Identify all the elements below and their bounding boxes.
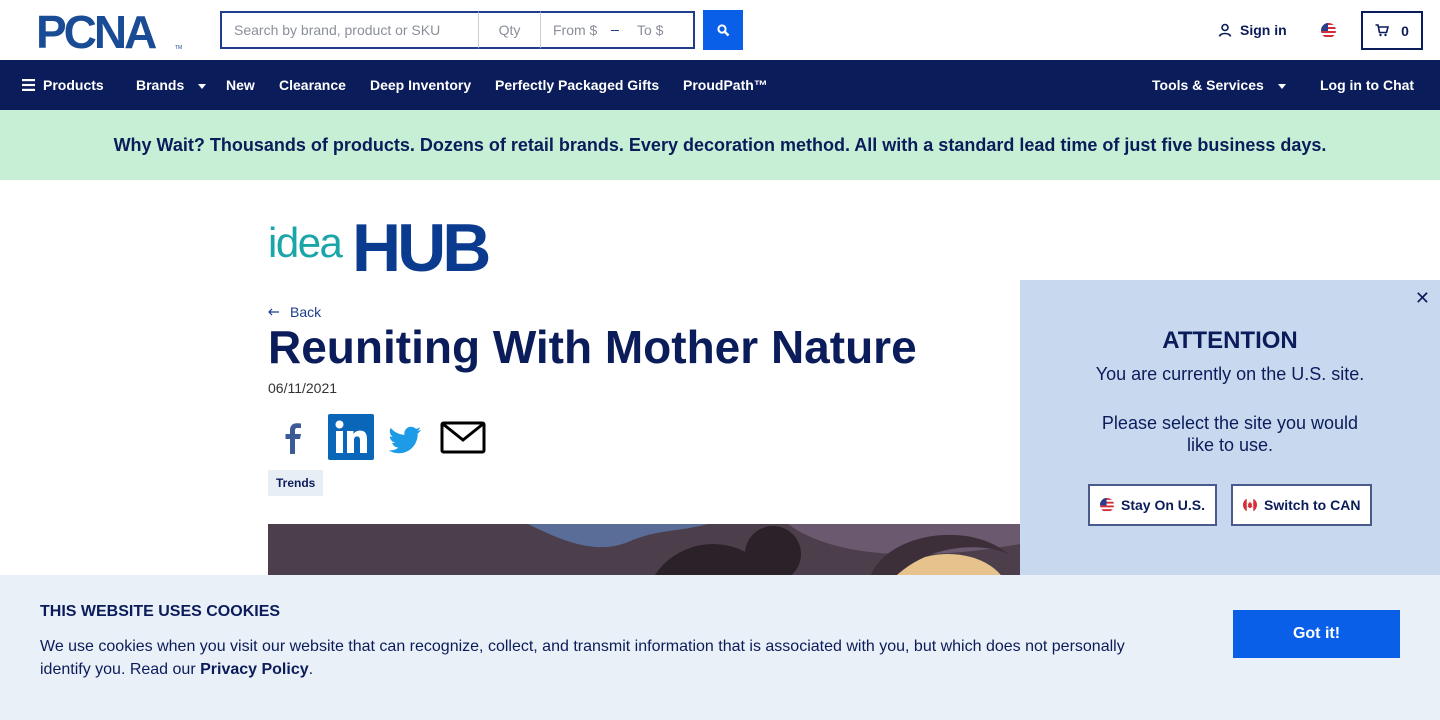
stay-us-button[interactable]: Stay On U.S. <box>1088 484 1218 526</box>
cart-icon <box>1375 24 1390 37</box>
article-title: Reuniting With Mother Nature <box>268 321 917 373</box>
privacy-policy-link[interactable]: Privacy Policy <box>200 661 309 678</box>
back-label: Back <box>290 304 322 320</box>
user-icon <box>1218 23 1232 37</box>
nav-new[interactable]: New <box>226 60 255 110</box>
switch-can-label: Switch to CAN <box>1264 497 1361 513</box>
qty-input[interactable] <box>478 11 540 49</box>
canada-flag-icon <box>1243 498 1257 512</box>
sign-in-link[interactable]: Sign in <box>1218 22 1287 38</box>
us-flag-icon <box>1100 498 1114 512</box>
ideahub-logo: idea HUB <box>268 214 493 274</box>
linkedin-icon[interactable] <box>328 414 374 460</box>
svg-text:HUB: HUB <box>352 214 489 274</box>
cookie-text: We use cookies when you visit our websit… <box>40 635 1150 681</box>
price-to-input[interactable] <box>625 15 693 45</box>
nav-deep-inventory[interactable]: Deep Inventory <box>370 60 471 110</box>
nav-brands[interactable]: Brands <box>136 60 207 110</box>
search-button[interactable] <box>703 10 743 50</box>
price-range <box>540 11 695 49</box>
nav-brands-label: Brands <box>136 77 185 93</box>
search-icon <box>716 23 729 36</box>
cookie-banner: THIS WEBSITE USES COOKIES We use cookies… <box>0 575 1440 720</box>
svg-text:idea: idea <box>268 219 344 266</box>
nav-new-label: New <box>226 77 255 93</box>
svg-text:TM: TM <box>175 45 182 51</box>
nav-products[interactable]: Products <box>22 60 104 110</box>
promo-banner: Why Wait? Thousands of products. Dozens … <box>0 110 1440 180</box>
cookie-end: . <box>308 661 314 678</box>
email-icon[interactable] <box>439 414 487 460</box>
hamburger-icon <box>22 79 35 91</box>
attention-title: ATTENTION <box>1162 327 1298 354</box>
stay-us-label: Stay On U.S. <box>1121 497 1206 513</box>
nav-tools-services[interactable]: Tools & Services <box>1152 60 1286 110</box>
range-dash <box>611 29 619 31</box>
share-bar <box>272 414 487 460</box>
switch-can-button[interactable]: Switch to CAN <box>1231 484 1373 526</box>
main-nav: Products Brands New Clearance Deep Inven… <box>0 60 1440 110</box>
close-icon[interactable]: ✕ <box>1415 288 1430 309</box>
article-date: 06/11/2021 <box>268 380 338 396</box>
nav-deep-inventory-label: Deep Inventory <box>370 77 472 93</box>
tag-trends[interactable]: Trends <box>268 470 324 496</box>
svg-text:PCNA: PCNA <box>36 11 156 51</box>
caret-down-icon <box>1277 83 1286 89</box>
arrow-left-icon <box>268 308 279 316</box>
us-flag-icon[interactable] <box>1321 23 1336 38</box>
search-input[interactable] <box>220 11 478 49</box>
nav-packaged-gifts-label: Perfectly Packaged Gifts <box>495 77 660 93</box>
promo-text: Why Wait? Thousands of products. Dozens … <box>113 134 1327 155</box>
cart-button[interactable]: 0 <box>1361 11 1423 50</box>
twitter-icon[interactable] <box>385 414 425 460</box>
site-select-panel: ✕ ATTENTION You are currently on the U.S… <box>1020 280 1440 580</box>
top-bar: PCNA TM Sign in 0 <box>0 0 1440 60</box>
back-link[interactable]: Back <box>268 304 321 320</box>
nav-packaged-gifts[interactable]: Perfectly Packaged Gifts <box>495 60 659 110</box>
got-it-button[interactable]: Got it! <box>1233 610 1400 658</box>
cart-count: 0 <box>1401 22 1409 39</box>
nav-proudpath[interactable]: ProudPath™ <box>683 60 768 110</box>
attention-prompt: Please select the site you would like to… <box>1101 413 1359 455</box>
nav-proudpath-label: ProudPath™ <box>683 77 768 93</box>
nav-tools-label: Tools & Services <box>1152 77 1264 93</box>
price-from-input[interactable] <box>541 15 609 45</box>
facebook-icon[interactable] <box>272 414 314 460</box>
nav-chat-label: Log in to Chat <box>1320 77 1415 93</box>
search-bar <box>220 11 695 49</box>
nav-log-in-chat[interactable]: Log in to Chat <box>1320 60 1414 110</box>
nav-clearance[interactable]: Clearance <box>279 60 346 110</box>
sign-in-label: Sign in <box>1240 22 1287 38</box>
attention-current-site: You are currently on the U.S. site. <box>1095 364 1365 384</box>
cookie-heading: THIS WEBSITE USES COOKIES <box>40 603 281 620</box>
nav-clearance-label: Clearance <box>279 77 346 93</box>
caret-down-icon <box>198 83 207 89</box>
nav-products-label: Products <box>43 77 104 93</box>
pcna-logo[interactable]: PCNA TM <box>36 11 184 51</box>
